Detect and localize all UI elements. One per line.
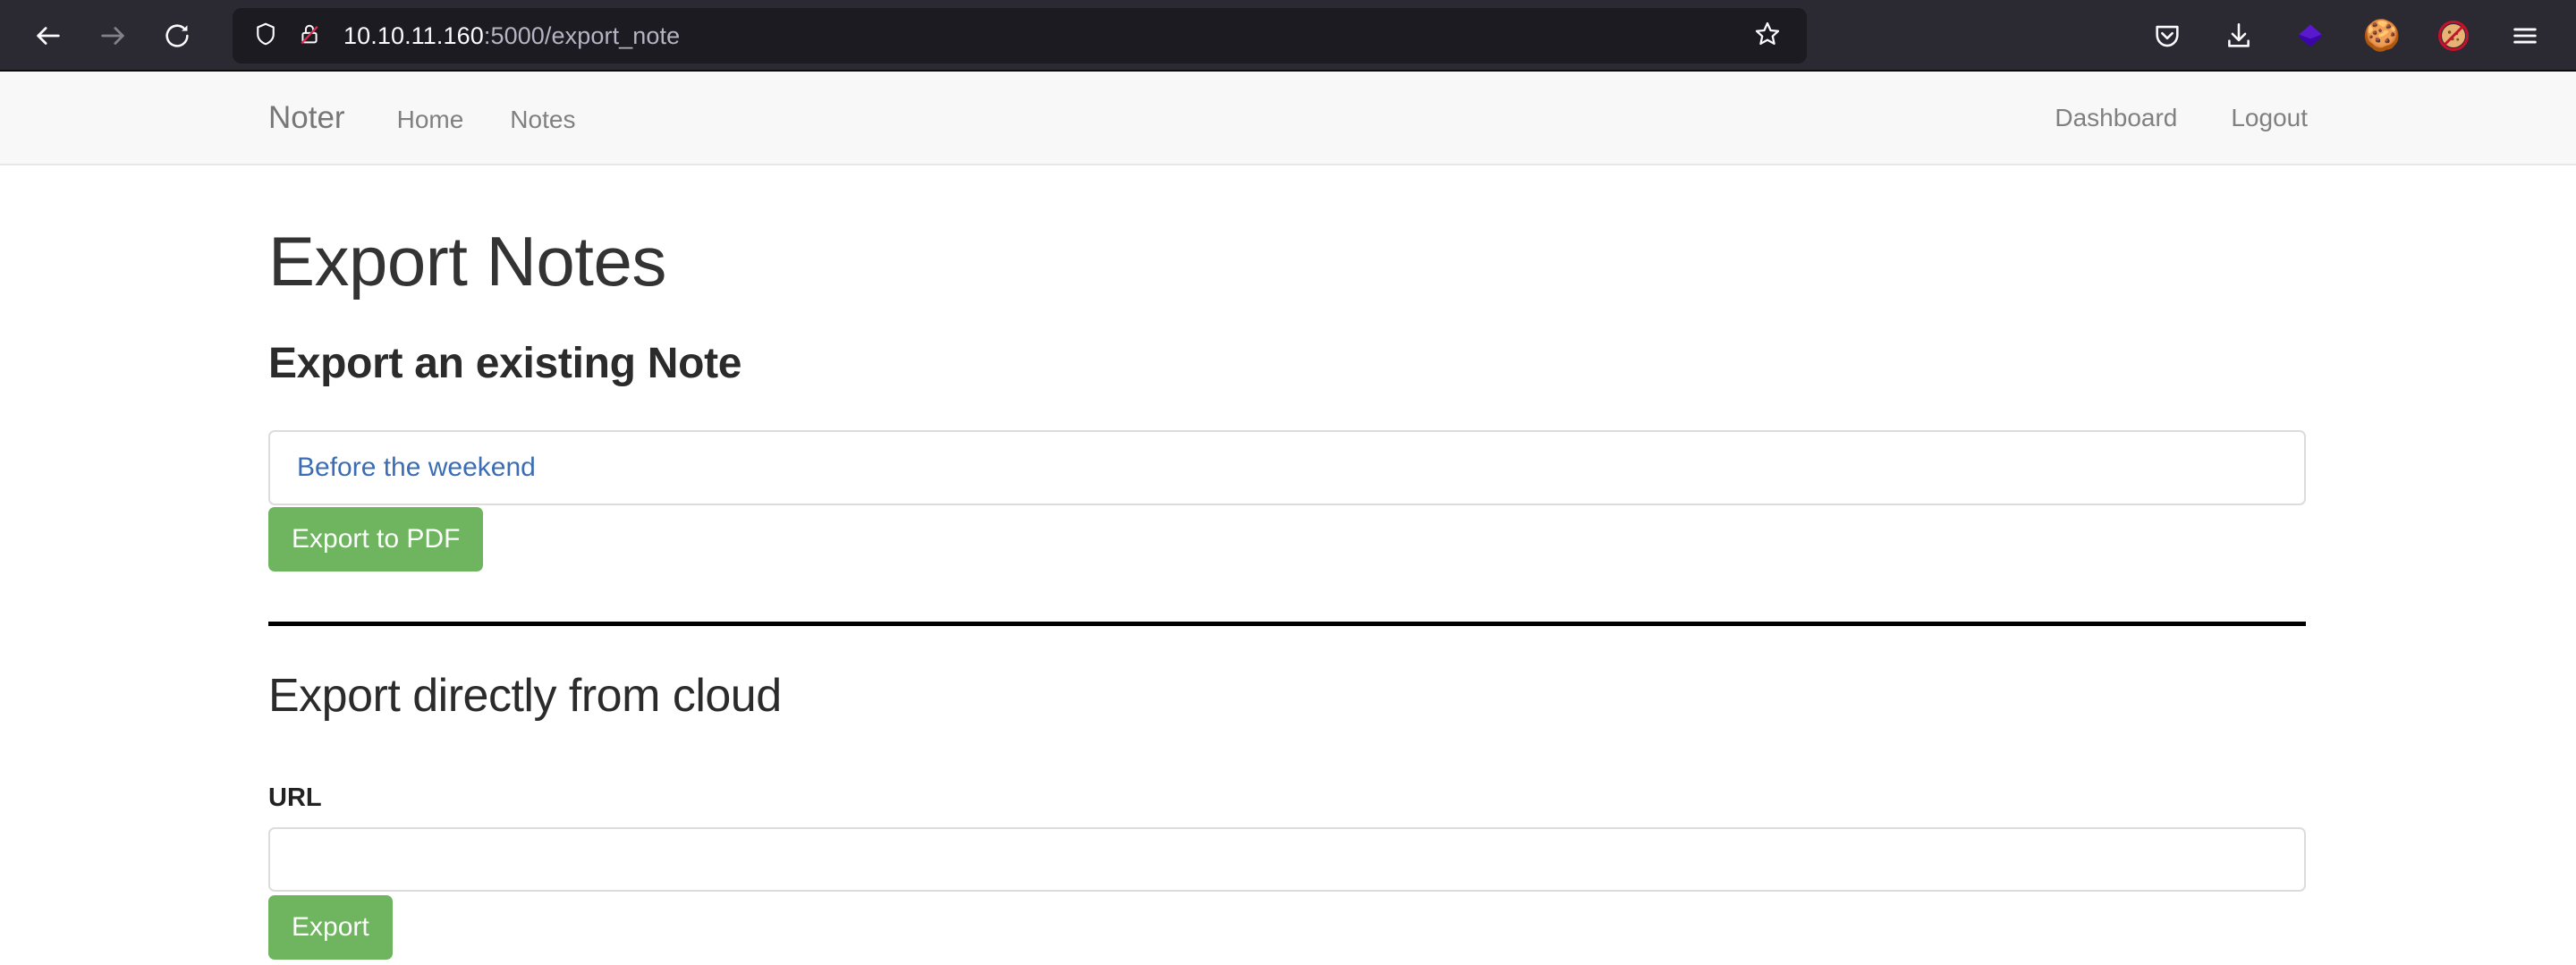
forward-button[interactable] — [84, 7, 141, 64]
url-text[interactable]: 10.10.11.160:5000/export_note — [343, 22, 1744, 50]
navbar-right-group: Dashboard Logout — [2001, 104, 2308, 132]
reload-button[interactable] — [148, 7, 206, 64]
browser-chrome: 10.10.11.160:5000/export_note 🍪 — [0, 0, 2576, 72]
nav-link-home[interactable]: Home — [397, 106, 464, 134]
nav-link-dashboard[interactable]: Dashboard — [2055, 104, 2177, 132]
note-select-option[interactable]: Before the weekend — [297, 453, 536, 483]
nav-link-notes[interactable]: Notes — [510, 106, 575, 134]
export-button[interactable]: Export — [268, 895, 393, 960]
application-menu-icon[interactable] — [2501, 12, 2549, 60]
reload-icon — [163, 21, 191, 50]
url-host: 10.10.11.160 — [343, 21, 484, 49]
browser-extensions-toolbar: 🍪 — [2143, 12, 2556, 60]
forward-arrow-icon — [97, 21, 128, 51]
nav-link-logout[interactable]: Logout — [2231, 104, 2308, 132]
downloads-icon[interactable] — [2215, 12, 2263, 60]
section-heading-cloud-export: Export directly from cloud — [268, 670, 782, 722]
note-select[interactable]: Before the weekend — [268, 430, 2306, 505]
back-button[interactable] — [20, 7, 77, 64]
section-divider — [268, 622, 2306, 626]
back-arrow-icon — [33, 21, 64, 51]
export-to-pdf-button[interactable]: Export to PDF — [268, 507, 484, 571]
bookmark-button[interactable] — [1744, 13, 1791, 59]
brand-logo[interactable]: Noter — [268, 100, 345, 136]
bookmark-star-icon — [1753, 20, 1782, 53]
main-content: Export Notes Export an existing Note Bef… — [0, 165, 2576, 960]
site-navbar: Noter Home Notes Dashboard Logout — [0, 72, 2576, 165]
address-bar-icons — [252, 21, 322, 52]
browser-nav-buttons — [20, 7, 206, 64]
insecure-connection-lock-icon[interactable] — [297, 21, 322, 51]
url-input[interactable] — [268, 827, 2306, 892]
purple-diamond-extension-icon[interactable] — [2286, 12, 2334, 60]
pocket-icon[interactable] — [2143, 12, 2191, 60]
page-title: Export Notes — [268, 222, 666, 301]
chrome-bottom-edge — [0, 70, 2576, 72]
cookie-extension-icon[interactable]: 🍪 — [2358, 12, 2406, 60]
tracking-protection-shield-icon[interactable] — [252, 21, 279, 52]
url-field-label: URL — [268, 783, 322, 812]
address-bar[interactable]: 10.10.11.160:5000/export_note — [233, 8, 1807, 63]
url-path: :5000/export_note — [483, 21, 681, 49]
section-heading-existing-note: Export an existing Note — [268, 340, 742, 387]
cookie-blocker-extension-icon[interactable] — [2429, 12, 2478, 60]
navbar-left-group: Noter Home Notes — [268, 100, 575, 136]
